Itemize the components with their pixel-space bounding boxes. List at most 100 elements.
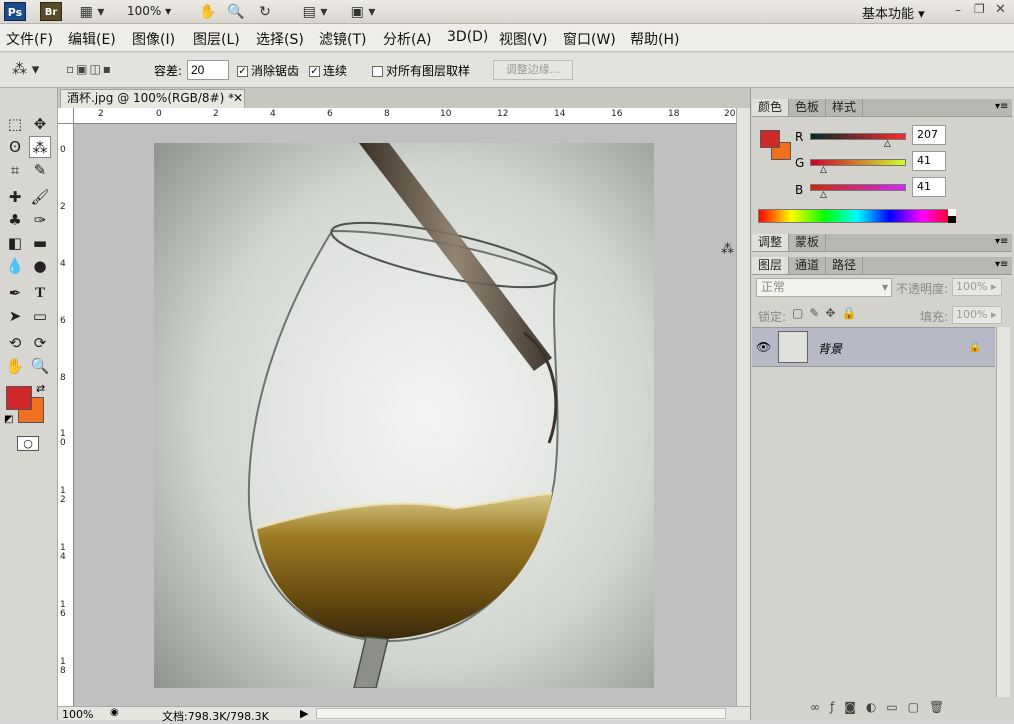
tab-color[interactable]: 颜色 (752, 99, 790, 116)
menu-analysis[interactable]: 分析(A) (383, 29, 432, 49)
red-slider-handle-icon[interactable]: △ (884, 139, 891, 149)
horizontal-ruler[interactable]: 2 0 2 4 6 8 10 12 14 16 18 20 (74, 108, 736, 124)
arrange-documents-icon[interactable]: ▤ ▾ (298, 3, 332, 21)
menu-image[interactable]: 图像(I) (132, 29, 175, 49)
eraser-tool-icon[interactable]: ◧ (4, 232, 26, 254)
screen-mode-icon[interactable]: ▣ ▾ (346, 3, 380, 21)
tolerance-input[interactable] (187, 60, 229, 80)
dodge-tool-icon[interactable]: ● (29, 255, 51, 277)
menu-filter[interactable]: 滤镜(T) (319, 29, 366, 49)
crop-tool-icon[interactable]: ⌗ (4, 159, 26, 181)
ruler-origin[interactable] (58, 108, 74, 124)
default-colors-icon[interactable]: ◩ (4, 414, 13, 425)
blend-mode-select[interactable]: 正常 ▾ (756, 278, 892, 297)
tab-adjustments[interactable]: 调整 (752, 234, 790, 251)
lasso-tool-icon[interactable]: ʘ (4, 136, 26, 158)
workspace-switcher[interactable]: 基本功能 ▾ (862, 3, 925, 22)
minimize-icon[interactable]: – (955, 3, 961, 17)
status-menu-arrow-icon[interactable]: ▶ (300, 707, 308, 720)
magic-wand-tool-icon[interactable]: ⁂ (29, 136, 51, 158)
lock-options-icons[interactable]: ▢✎✥🔒 (792, 306, 862, 320)
swap-colors-icon[interactable]: ⇄ (36, 382, 45, 395)
close-document-icon[interactable]: ✕ (233, 90, 243, 107)
layers-panel-menu-icon[interactable]: ▾≡ (995, 259, 1008, 270)
vertical-scrollbar[interactable] (736, 108, 750, 708)
healing-brush-tool-icon[interactable]: ✚ (4, 186, 26, 208)
path-selection-tool-icon[interactable]: ➤ (4, 305, 26, 327)
zoom-level-dropdown[interactable]: 100% ▾ (127, 4, 171, 18)
horizontal-scrollbar[interactable] (316, 708, 726, 719)
opacity-input[interactable]: 100% ▸ (952, 278, 1002, 296)
eyedropper-tool-icon[interactable]: ✎ (29, 159, 51, 181)
sample-all-layers-checkbox[interactable]: 对所有图层取样 (372, 62, 470, 79)
menu-view[interactable]: 视图(V) (499, 29, 548, 49)
quick-mask-icon[interactable]: ○ (17, 436, 39, 451)
fill-input[interactable]: 100% ▸ (952, 306, 1002, 324)
tab-layers[interactable]: 图层 (752, 257, 790, 274)
magic-wand-tool-preset-icon[interactable]: ⁂ ▾ (12, 60, 39, 78)
clone-stamp-tool-icon[interactable]: ♣ (4, 209, 26, 231)
blur-tool-icon[interactable]: 💧 (4, 255, 26, 277)
tab-channels[interactable]: 通道 (789, 257, 827, 274)
menu-edit[interactable]: 编辑(E) (68, 29, 116, 49)
gradient-tool-icon[interactable]: ▬ (29, 232, 51, 254)
ruler-v-tick: 14 (60, 543, 66, 562)
hand-icon[interactable]: ✋ (198, 3, 218, 21)
shape-tool-icon[interactable]: ▭ (29, 305, 51, 327)
layer-row[interactable]: 👁 背景 🔒 (752, 327, 995, 367)
blue-channel-input[interactable]: 41 (912, 177, 946, 197)
tab-swatches[interactable]: 色板 (789, 99, 827, 116)
wine-glass-image[interactable] (154, 143, 654, 688)
bridge-launch-button[interactable]: Br (40, 2, 62, 21)
contiguous-checkbox[interactable]: ✓ 连续 (309, 62, 347, 79)
color-spectrum-ramp[interactable] (758, 209, 956, 223)
menu-3d[interactable]: 3D(D) (447, 29, 488, 45)
status-zoom-value[interactable]: 100% (62, 708, 93, 721)
tab-paths[interactable]: 路径 (826, 257, 864, 274)
layers-footer-icons[interactable]: ∞ƒ◙◐▭▢🗑 (810, 700, 954, 714)
status-menu-icon[interactable]: ◉ (110, 707, 119, 718)
3d-orbit-tool-icon[interactable]: ⟳ (29, 332, 51, 354)
close-icon[interactable]: ✕ (995, 2, 1006, 17)
restore-icon[interactable]: ❐ (974, 2, 985, 16)
menu-layer[interactable]: 图层(L) (193, 29, 240, 49)
brush-tool-icon[interactable]: 🖌 (29, 186, 51, 208)
view-extras-icon[interactable]: ▦ ▾ (76, 3, 108, 21)
vertical-ruler[interactable]: 0 2 4 6 8 10 12 14 16 18 (58, 124, 74, 708)
type-tool-icon[interactable]: T (29, 282, 51, 304)
rotate-view-icon[interactable]: ↻ (254, 3, 276, 21)
history-brush-tool-icon[interactable]: ✑ (29, 209, 51, 231)
refine-edge-button[interactable]: 调整边缘... (493, 60, 573, 80)
visibility-eye-icon[interactable]: 👁 (756, 340, 771, 354)
hand-tool-icon[interactable]: ✋ (4, 355, 26, 377)
ramp-black-swatch[interactable] (948, 216, 956, 223)
selection-mode-icons[interactable]: ▫▣◫▪ (66, 62, 113, 76)
green-channel-input[interactable]: 41 (912, 151, 946, 171)
foreground-color-swatch[interactable] (6, 386, 32, 410)
menu-select[interactable]: 选择(S) (256, 29, 304, 49)
zoom-icon[interactable]: 🔍 (226, 3, 246, 21)
3d-rotate-tool-icon[interactable]: ⟲ (4, 332, 26, 354)
panel-menu-icon[interactable]: ▾≡ (995, 101, 1008, 112)
layer-name[interactable]: 背景 (818, 340, 842, 357)
blue-slider-handle-icon[interactable]: △ (820, 190, 827, 200)
sample-all-check-icon (372, 66, 383, 77)
zoom-tool-icon[interactable]: 🔍 (29, 355, 51, 377)
antialias-checkbox[interactable]: ✓ 消除锯齿 (237, 62, 299, 79)
menu-help[interactable]: 帮助(H) (630, 29, 679, 49)
marquee-tool-icon[interactable]: ⬚ (4, 113, 26, 135)
color-panel-foreground-swatch[interactable] (760, 130, 780, 148)
red-channel-slider[interactable] (810, 133, 906, 140)
menu-window[interactable]: 窗口(W) (563, 29, 616, 49)
tab-styles[interactable]: 样式 (826, 99, 864, 116)
ramp-white-swatch[interactable] (948, 209, 956, 216)
adjustments-panel-menu-icon[interactable]: ▾≡ (995, 236, 1008, 247)
tab-masks[interactable]: 蒙板 (789, 234, 827, 251)
red-channel-input[interactable]: 207 (912, 125, 946, 145)
menu-file[interactable]: 文件(F) (6, 29, 53, 49)
move-tool-icon[interactable]: ✥ (29, 113, 51, 135)
pen-tool-icon[interactable]: ✒ (4, 282, 26, 304)
green-slider-handle-icon[interactable]: △ (820, 165, 827, 175)
document-tab[interactable]: 酒杯.jpg @ 100%(RGB/8#) * ✕ (60, 89, 245, 108)
layers-scrollbar[interactable] (996, 327, 1010, 697)
